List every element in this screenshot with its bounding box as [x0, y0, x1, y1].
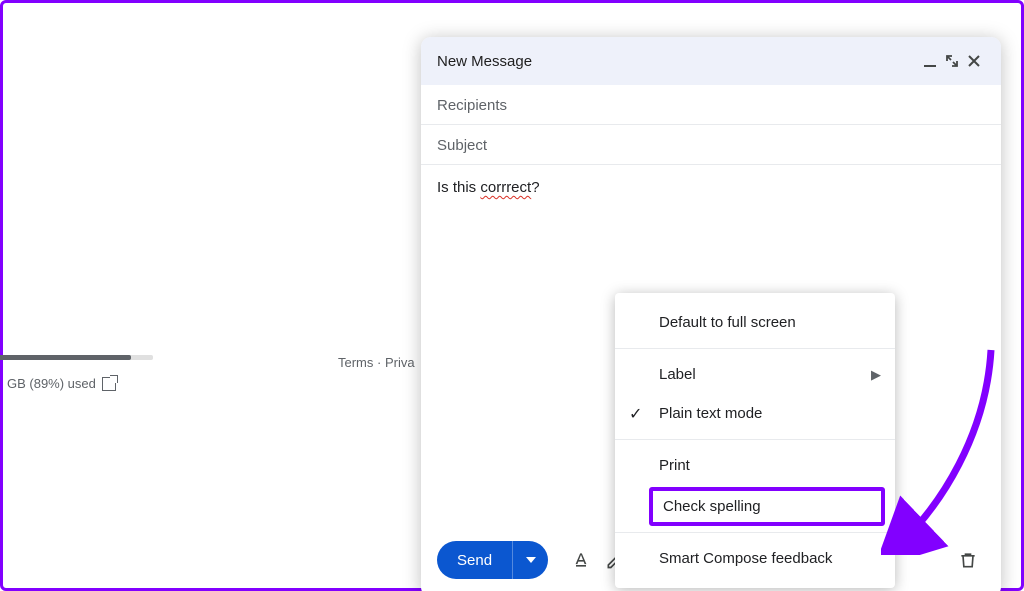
menu-check-spelling[interactable]: Check spelling: [649, 487, 885, 526]
body-text-suffix: ?: [531, 179, 539, 196]
menu-smart-compose-label: Smart Compose feedback: [659, 550, 832, 567]
fullscreen-icon[interactable]: [941, 50, 963, 72]
recipients-field[interactable]: Recipients: [421, 85, 1001, 125]
open-external-icon[interactable]: [102, 377, 116, 391]
check-icon: ✓: [629, 404, 642, 424]
discard-draft-icon[interactable]: [951, 543, 985, 577]
send-dropdown[interactable]: [512, 541, 548, 579]
menu-label[interactable]: Label ▶: [615, 355, 895, 394]
send-button-group: Send: [437, 541, 548, 579]
submenu-arrow-icon: ▶: [871, 367, 881, 383]
more-options-menu: Default to full screen Label ▶ ✓ Plain t…: [615, 293, 895, 588]
menu-default-full-screen-label: Default to full screen: [659, 314, 796, 331]
body-text-prefix: Is this: [437, 179, 480, 196]
menu-divider: [615, 532, 895, 533]
formatting-icon[interactable]: [564, 543, 598, 577]
menu-smart-compose[interactable]: Smart Compose feedback: [615, 539, 895, 578]
footer-links[interactable]: Terms · Priva: [338, 355, 415, 370]
menu-print-label: Print: [659, 457, 690, 474]
menu-divider: [615, 348, 895, 349]
minimize-icon[interactable]: [919, 50, 941, 72]
storage-text-label: GB (89%) used: [7, 376, 96, 391]
storage-bar-fill: [0, 355, 131, 360]
menu-plain-text-label: Plain text mode: [659, 405, 762, 422]
subject-field[interactable]: Subject: [421, 125, 1001, 165]
menu-plain-text-mode[interactable]: ✓ Plain text mode: [615, 394, 895, 433]
compose-title: New Message: [437, 53, 919, 70]
storage-text[interactable]: GB (89%) used: [7, 376, 116, 391]
screenshot-frame: GB (89%) used Terms · Priva New Message …: [0, 0, 1024, 591]
storage-bar: [0, 355, 153, 360]
menu-default-full-screen[interactable]: Default to full screen: [615, 303, 895, 342]
menu-check-spelling-label: Check spelling: [663, 498, 761, 515]
menu-divider: [615, 439, 895, 440]
close-icon[interactable]: [963, 50, 985, 72]
menu-print[interactable]: Print: [615, 446, 895, 485]
compose-header: New Message: [421, 37, 1001, 85]
menu-label-label: Label: [659, 366, 696, 383]
send-button[interactable]: Send: [437, 541, 512, 579]
body-text-misspelled: corrrect: [480, 179, 531, 196]
